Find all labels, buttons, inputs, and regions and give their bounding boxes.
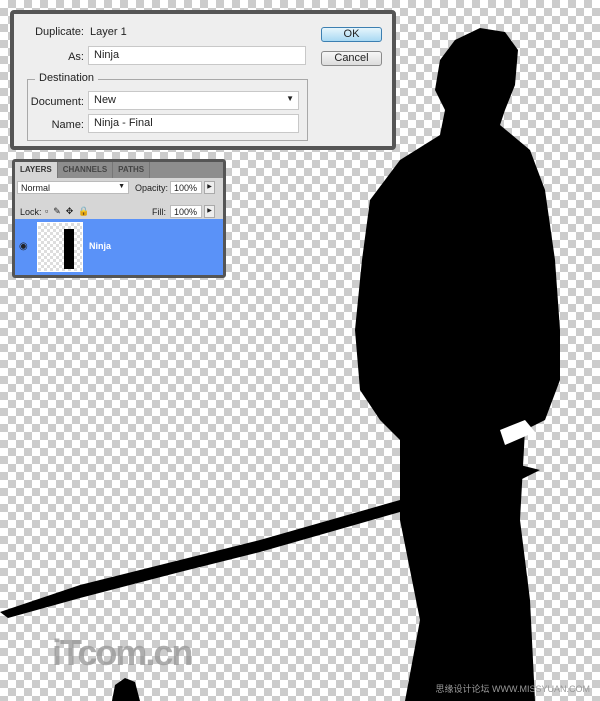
destination-title: Destination: [35, 72, 99, 84]
opacity-slider-button[interactable]: ▶: [204, 181, 215, 194]
opacity-label: Opacity:: [135, 183, 169, 193]
layer-thumbnail: [37, 222, 83, 272]
blend-mode-value: Normal: [21, 183, 51, 193]
duplicate-label: Duplicate:: [35, 26, 84, 38]
tab-channels[interactable]: CHANNELS: [58, 162, 114, 178]
chevron-down-icon: ▼: [286, 94, 294, 103]
document-label: Document:: [30, 96, 84, 108]
duplicate-value: Layer 1: [90, 26, 127, 38]
layer-name: Ninja: [89, 241, 112, 251]
missyuan-watermark: 思缘设计论坛 WWW.MISSYUAN.COM: [435, 684, 591, 694]
ok-button[interactable]: OK: [321, 27, 382, 42]
layers-panel: LAYERS CHANNELS PATHS Normal ▼ Opacity: 1…: [12, 159, 226, 278]
layer-row-ninja[interactable]: ◉ Ninja: [15, 219, 223, 275]
as-label: As:: [68, 51, 84, 63]
document-select[interactable]: New ▼: [88, 91, 299, 110]
eye-icon[interactable]: ◉: [19, 241, 28, 252]
cancel-button[interactable]: Cancel: [321, 51, 382, 66]
duplicate-layer-dialog: Duplicate: Layer 1 As: Ninja Destination…: [10, 10, 396, 150]
fill-slider-button[interactable]: ▶: [204, 205, 215, 218]
name-label: Name:: [51, 119, 84, 131]
opacity-input[interactable]: 100%: [170, 181, 202, 194]
lock-label: Lock:: [20, 207, 42, 217]
fill-input[interactable]: 100%: [170, 205, 202, 218]
lock-icons[interactable]: ▫✎✥🔒: [45, 206, 94, 217]
itcom-watermark-logo: iTcom.cn: [52, 632, 193, 673]
chevron-down-icon: ▼: [118, 183, 125, 190]
tab-layers[interactable]: LAYERS: [15, 162, 58, 178]
name-input[interactable]: Ninja - Final: [88, 114, 299, 133]
fill-label: Fill:: [152, 207, 166, 217]
blend-mode-select[interactable]: Normal ▼: [17, 181, 129, 194]
tab-paths[interactable]: PATHS: [113, 162, 151, 178]
document-value: New: [94, 94, 117, 106]
as-input[interactable]: Ninja: [88, 46, 306, 65]
